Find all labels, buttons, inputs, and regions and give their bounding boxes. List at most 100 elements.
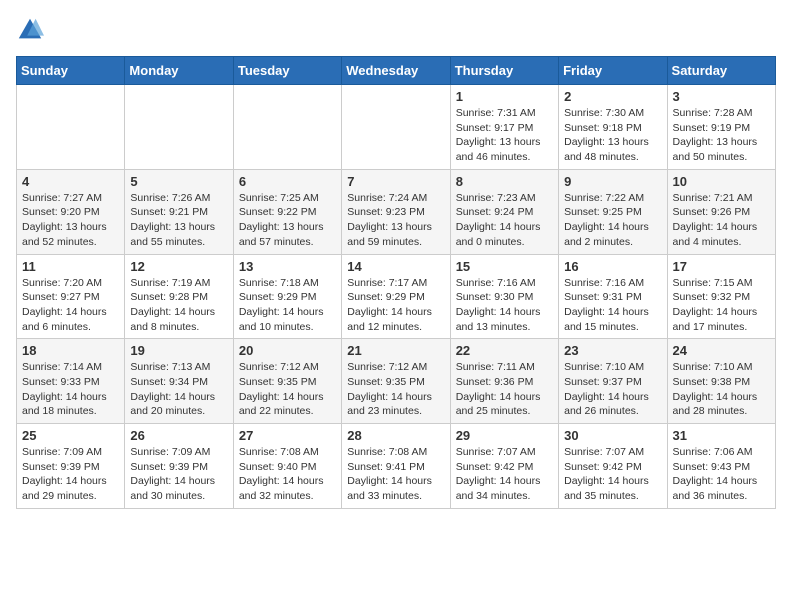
day-number: 12 xyxy=(130,259,227,274)
day-number: 1 xyxy=(456,89,553,104)
calendar-cell: 21 Sunrise: 7:12 AM Sunset: 9:35 PM Dayli… xyxy=(342,339,450,424)
day-number: 14 xyxy=(347,259,444,274)
day-number: 22 xyxy=(456,343,553,358)
calendar-cell: 9 Sunrise: 7:22 AM Sunset: 9:25 PM Daylig… xyxy=(559,169,667,254)
day-number: 25 xyxy=(22,428,119,443)
calendar-cell: 11Sunrise: 7:20 AM Sunset: 9:27 PM Dayli… xyxy=(17,254,125,339)
day-number: 4 xyxy=(22,174,119,189)
day-info: Sunrise: 7:09 AM Sunset: 9:39 PM Dayligh… xyxy=(22,445,119,504)
day-number: 26 xyxy=(130,428,227,443)
calendar-cell: 13 Sunrise: 7:18 AM Sunset: 9:29 PM Dayli… xyxy=(233,254,341,339)
day-info: Sunrise: 7:06 AM Sunset: 9:43 PM Dayligh… xyxy=(673,445,770,504)
calendar-cell: 3 Sunrise: 7:28 AM Sunset: 9:19 PM Daylig… xyxy=(667,85,775,170)
calendar-header-row: SundayMondayTuesdayWednesdayThursdayFrid… xyxy=(17,57,776,85)
calendar-cell: 5Sunrise: 7:26 AM Sunset: 9:21 PM Daylig… xyxy=(125,169,233,254)
calendar-cell: 18 Sunrise: 7:14 AM Sunset: 9:33 PM Dayli… xyxy=(17,339,125,424)
calendar-cell: 25 Sunrise: 7:09 AM Sunset: 9:39 PM Dayli… xyxy=(17,424,125,509)
day-number: 5 xyxy=(130,174,227,189)
day-number: 17 xyxy=(673,259,770,274)
day-info: Sunrise: 7:19 AM Sunset: 9:28 PM Dayligh… xyxy=(130,276,227,335)
calendar-cell: 23 Sunrise: 7:10 AM Sunset: 9:37 PM Dayli… xyxy=(559,339,667,424)
calendar-header-monday: Monday xyxy=(125,57,233,85)
day-number: 20 xyxy=(239,343,336,358)
day-number: 29 xyxy=(456,428,553,443)
day-info: Sunrise: 7:11 AM Sunset: 9:36 PM Dayligh… xyxy=(456,360,553,419)
day-number: 19 xyxy=(130,343,227,358)
calendar-week-row: 4 Sunrise: 7:27 AM Sunset: 9:20 PM Daylig… xyxy=(17,169,776,254)
calendar-cell: 15Sunrise: 7:16 AM Sunset: 9:30 PM Dayli… xyxy=(450,254,558,339)
logo-icon xyxy=(16,16,44,44)
calendar-header-saturday: Saturday xyxy=(667,57,775,85)
calendar-week-row: 1 Sunrise: 7:31 AM Sunset: 9:17 PM Daylig… xyxy=(17,85,776,170)
calendar-cell: 1 Sunrise: 7:31 AM Sunset: 9:17 PM Daylig… xyxy=(450,85,558,170)
day-info: Sunrise: 7:12 AM Sunset: 9:35 PM Dayligh… xyxy=(239,360,336,419)
day-number: 30 xyxy=(564,428,661,443)
day-info: Sunrise: 7:27 AM Sunset: 9:20 PM Dayligh… xyxy=(22,191,119,250)
calendar-cell: 7Sunrise: 7:24 AM Sunset: 9:23 PM Daylig… xyxy=(342,169,450,254)
day-info: Sunrise: 7:30 AM Sunset: 9:18 PM Dayligh… xyxy=(564,106,661,165)
day-number: 9 xyxy=(564,174,661,189)
calendar-cell: 29Sunrise: 7:07 AM Sunset: 9:42 PM Dayli… xyxy=(450,424,558,509)
calendar-header-wednesday: Wednesday xyxy=(342,57,450,85)
day-number: 10 xyxy=(673,174,770,189)
calendar-week-row: 11Sunrise: 7:20 AM Sunset: 9:27 PM Dayli… xyxy=(17,254,776,339)
day-number: 28 xyxy=(347,428,444,443)
day-info: Sunrise: 7:28 AM Sunset: 9:19 PM Dayligh… xyxy=(673,106,770,165)
logo xyxy=(16,16,48,44)
calendar-cell: 28 Sunrise: 7:08 AM Sunset: 9:41 PM Dayli… xyxy=(342,424,450,509)
day-number: 24 xyxy=(673,343,770,358)
calendar-cell: 26 Sunrise: 7:09 AM Sunset: 9:39 PM Dayli… xyxy=(125,424,233,509)
day-number: 18 xyxy=(22,343,119,358)
calendar-cell: 31Sunrise: 7:06 AM Sunset: 9:43 PM Dayli… xyxy=(667,424,775,509)
calendar-week-row: 18 Sunrise: 7:14 AM Sunset: 9:33 PM Dayli… xyxy=(17,339,776,424)
calendar-cell: 2 Sunrise: 7:30 AM Sunset: 9:18 PM Daylig… xyxy=(559,85,667,170)
calendar-cell: 20 Sunrise: 7:12 AM Sunset: 9:35 PM Dayli… xyxy=(233,339,341,424)
day-info: Sunrise: 7:16 AM Sunset: 9:31 PM Dayligh… xyxy=(564,276,661,335)
calendar-cell: 8 Sunrise: 7:23 AM Sunset: 9:24 PM Daylig… xyxy=(450,169,558,254)
calendar-cell: 27 Sunrise: 7:08 AM Sunset: 9:40 PM Dayli… xyxy=(233,424,341,509)
day-info: Sunrise: 7:23 AM Sunset: 9:24 PM Dayligh… xyxy=(456,191,553,250)
day-number: 23 xyxy=(564,343,661,358)
day-info: Sunrise: 7:14 AM Sunset: 9:33 PM Dayligh… xyxy=(22,360,119,419)
day-info: Sunrise: 7:15 AM Sunset: 9:32 PM Dayligh… xyxy=(673,276,770,335)
day-number: 6 xyxy=(239,174,336,189)
day-info: Sunrise: 7:21 AM Sunset: 9:26 PM Dayligh… xyxy=(673,191,770,250)
calendar-cell: 16Sunrise: 7:16 AM Sunset: 9:31 PM Dayli… xyxy=(559,254,667,339)
calendar-header-tuesday: Tuesday xyxy=(233,57,341,85)
day-info: Sunrise: 7:25 AM Sunset: 9:22 PM Dayligh… xyxy=(239,191,336,250)
calendar-header-sunday: Sunday xyxy=(17,57,125,85)
day-info: Sunrise: 7:08 AM Sunset: 9:41 PM Dayligh… xyxy=(347,445,444,504)
day-info: Sunrise: 7:18 AM Sunset: 9:29 PM Dayligh… xyxy=(239,276,336,335)
day-number: 15 xyxy=(456,259,553,274)
calendar-cell: 12 Sunrise: 7:19 AM Sunset: 9:28 PM Dayli… xyxy=(125,254,233,339)
day-info: Sunrise: 7:31 AM Sunset: 9:17 PM Dayligh… xyxy=(456,106,553,165)
calendar-cell: 10 Sunrise: 7:21 AM Sunset: 9:26 PM Dayli… xyxy=(667,169,775,254)
day-number: 11 xyxy=(22,259,119,274)
day-number: 13 xyxy=(239,259,336,274)
day-number: 2 xyxy=(564,89,661,104)
calendar-header-friday: Friday xyxy=(559,57,667,85)
day-number: 8 xyxy=(456,174,553,189)
day-info: Sunrise: 7:08 AM Sunset: 9:40 PM Dayligh… xyxy=(239,445,336,504)
day-number: 21 xyxy=(347,343,444,358)
day-info: Sunrise: 7:17 AM Sunset: 9:29 PM Dayligh… xyxy=(347,276,444,335)
day-info: Sunrise: 7:12 AM Sunset: 9:35 PM Dayligh… xyxy=(347,360,444,419)
calendar-cell xyxy=(233,85,341,170)
day-info: Sunrise: 7:24 AM Sunset: 9:23 PM Dayligh… xyxy=(347,191,444,250)
day-info: Sunrise: 7:10 AM Sunset: 9:38 PM Dayligh… xyxy=(673,360,770,419)
calendar-header-thursday: Thursday xyxy=(450,57,558,85)
calendar-cell: 19 Sunrise: 7:13 AM Sunset: 9:34 PM Dayli… xyxy=(125,339,233,424)
page-header xyxy=(16,16,776,44)
calendar-cell xyxy=(125,85,233,170)
calendar-cell xyxy=(342,85,450,170)
calendar-cell: 6 Sunrise: 7:25 AM Sunset: 9:22 PM Daylig… xyxy=(233,169,341,254)
calendar-cell xyxy=(17,85,125,170)
day-info: Sunrise: 7:09 AM Sunset: 9:39 PM Dayligh… xyxy=(130,445,227,504)
day-number: 27 xyxy=(239,428,336,443)
day-info: Sunrise: 7:07 AM Sunset: 9:42 PM Dayligh… xyxy=(564,445,661,504)
day-number: 3 xyxy=(673,89,770,104)
day-info: Sunrise: 7:13 AM Sunset: 9:34 PM Dayligh… xyxy=(130,360,227,419)
calendar-cell: 4 Sunrise: 7:27 AM Sunset: 9:20 PM Daylig… xyxy=(17,169,125,254)
day-info: Sunrise: 7:22 AM Sunset: 9:25 PM Dayligh… xyxy=(564,191,661,250)
day-info: Sunrise: 7:10 AM Sunset: 9:37 PM Dayligh… xyxy=(564,360,661,419)
